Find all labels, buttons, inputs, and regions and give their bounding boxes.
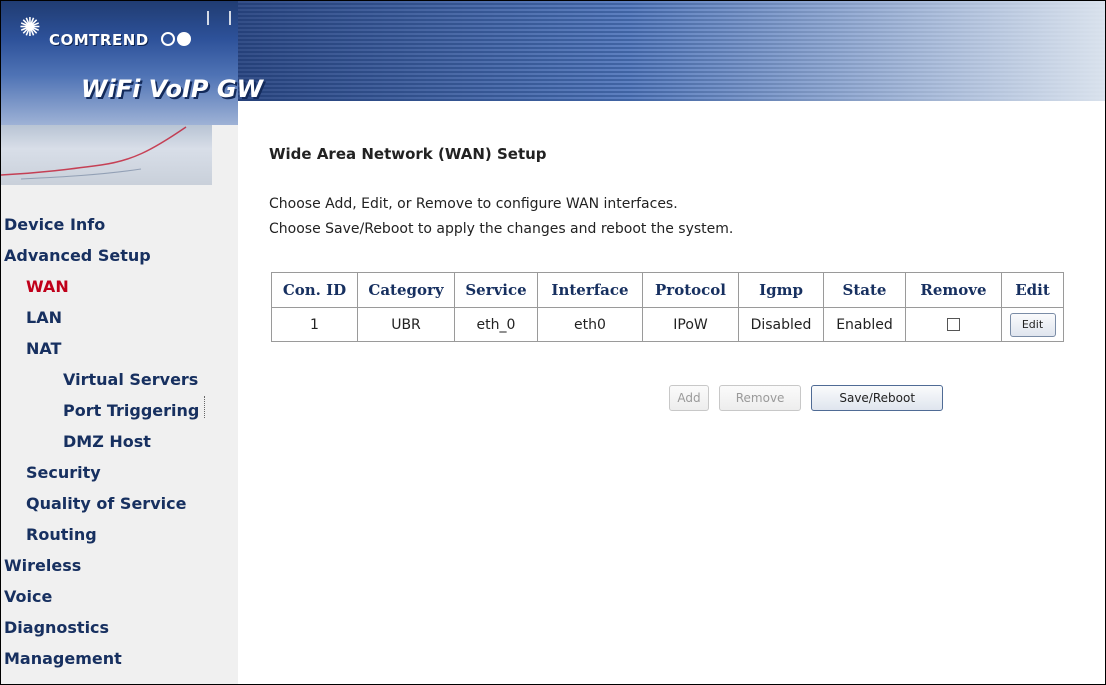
action-bar: Add Remove Save/Reboot bbox=[669, 385, 948, 411]
sidebar-item-wireless[interactable]: Wireless bbox=[1, 550, 199, 581]
column-header-interface: Interface bbox=[537, 272, 643, 308]
sidebar-item-lan[interactable]: LAN bbox=[1, 302, 199, 333]
sidebar-nav: Device Info Advanced Setup WAN LAN NAT Virtua… bbox=[1, 209, 199, 674]
edit-button[interactable]: Edit bbox=[1009, 312, 1056, 337]
cell-interface: eth0 bbox=[537, 307, 643, 342]
column-header-state: State bbox=[823, 272, 906, 308]
remove-checkbox[interactable] bbox=[947, 318, 960, 331]
column-header-edit: Edit bbox=[1001, 272, 1064, 308]
column-header-con-id: Con. ID bbox=[271, 272, 358, 308]
sidebar-item-advanced-setup[interactable]: Advanced Setup bbox=[1, 240, 199, 271]
cell-state: Enabled bbox=[823, 307, 906, 342]
sidebar-art bbox=[1, 125, 212, 185]
sidebar-item-voice[interactable]: Voice bbox=[1, 581, 199, 612]
table-header-row: Con. ID Category Service Interface Proto… bbox=[271, 272, 1064, 308]
app-frame: ✺ COMTREND WiFi VoIP GW Device Info Advan… bbox=[0, 0, 1106, 685]
cell-edit: Edit bbox=[1001, 307, 1064, 342]
sidebar-item-quality-of-service[interactable]: Quality of Service bbox=[1, 488, 199, 519]
sidebar: Device Info Advanced Setup WAN LAN NAT Virtua… bbox=[1, 125, 238, 684]
column-header-service: Service bbox=[454, 272, 538, 308]
header-banner: ✺ COMTREND WiFi VoIP GW bbox=[1, 1, 1105, 125]
banner-divider bbox=[238, 101, 1105, 125]
cell-category: UBR bbox=[357, 307, 455, 342]
column-header-remove: Remove bbox=[905, 272, 1002, 308]
sidebar-item-wan[interactable]: WAN bbox=[1, 271, 199, 302]
signal-wave-icon bbox=[1, 126, 187, 180]
sidebar-item-virtual-servers[interactable]: Virtual Servers bbox=[1, 364, 199, 395]
column-header-igmp: Igmp bbox=[738, 272, 824, 308]
banner-decoration bbox=[207, 11, 231, 25]
remove-button[interactable]: Remove bbox=[719, 385, 802, 411]
save-reboot-button[interactable]: Save/Reboot bbox=[811, 385, 944, 411]
description-line-1: Choose Add, Edit, or Remove to configure… bbox=[269, 196, 678, 212]
sidebar-item-diagnostics[interactable]: Diagnostics bbox=[1, 612, 199, 643]
column-header-protocol: Protocol bbox=[642, 272, 739, 308]
nav-separator bbox=[204, 396, 205, 418]
cell-remove bbox=[905, 307, 1002, 342]
column-header-category: Category bbox=[357, 272, 455, 308]
sidebar-item-nat[interactable]: NAT bbox=[1, 333, 199, 364]
brand-circles-icon bbox=[161, 31, 193, 50]
sidebar-item-security[interactable]: Security bbox=[1, 457, 199, 488]
sidebar-item-dmz-host[interactable]: DMZ Host bbox=[1, 426, 199, 457]
sidebar-item-device-info[interactable]: Device Info bbox=[1, 209, 199, 240]
wan-interfaces-table: Con. ID Category Service Interface Proto… bbox=[271, 272, 1064, 342]
brand-name: COMTREND bbox=[49, 31, 149, 49]
product-name: WiFi VoIP GW bbox=[81, 75, 264, 103]
table-row: 1 UBR eth_0 eth0 IPoW Disabled Enabled E… bbox=[271, 307, 1064, 342]
description-line-2: Choose Save/Reboot to apply the changes … bbox=[269, 221, 734, 237]
cell-protocol: IPoW bbox=[642, 307, 739, 342]
add-button[interactable]: Add bbox=[669, 385, 709, 411]
cell-service: eth_0 bbox=[454, 307, 538, 342]
page-title: Wide Area Network (WAN) Setup bbox=[269, 145, 547, 163]
sidebar-item-management[interactable]: Management bbox=[1, 643, 199, 674]
cell-con-id: 1 bbox=[271, 307, 358, 342]
cell-igmp: Disabled bbox=[738, 307, 824, 342]
sidebar-item-routing[interactable]: Routing bbox=[1, 519, 199, 550]
sidebar-item-port-triggering[interactable]: Port Triggering bbox=[1, 395, 199, 426]
comtrend-logo-icon: ✺ bbox=[19, 13, 41, 43]
